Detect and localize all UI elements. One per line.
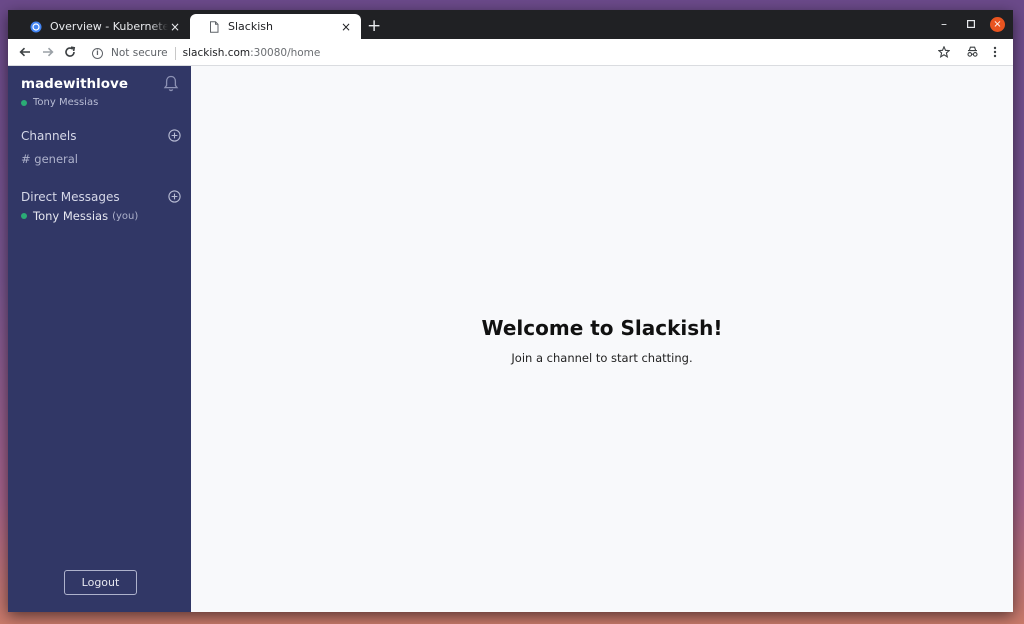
dm-you-suffix: (you) bbox=[112, 210, 139, 222]
info-icon[interactable]: i bbox=[92, 47, 103, 59]
bell-icon[interactable] bbox=[163, 75, 179, 93]
reload-icon[interactable] bbox=[61, 43, 79, 61]
channels-heading[interactable]: Channels bbox=[21, 129, 77, 143]
tab-close-icon[interactable]: × bbox=[168, 20, 182, 34]
url-path: :30080/home bbox=[250, 47, 321, 59]
tab-close-icon[interactable]: × bbox=[339, 20, 353, 34]
dm-item-tony-messias[interactable]: Tony Messias (you) bbox=[21, 209, 138, 223]
welcome-subtitle: Join a channel to start chatting. bbox=[511, 351, 693, 365]
add-channel-icon[interactable] bbox=[168, 129, 181, 142]
browser-toolbar: i Not secure slackish.com :30080/home bbox=[8, 39, 1013, 66]
tab-strip: Overview - Kubernetes Dashboard × Slacki… bbox=[8, 10, 1013, 39]
address-divider bbox=[174, 46, 176, 60]
new-tab-button[interactable]: + bbox=[367, 16, 381, 36]
tab-kubernetes-dashboard[interactable]: Overview - Kubernetes Dashboard × bbox=[12, 14, 190, 39]
page-content: madewithlove Tony Messias Channels # gen… bbox=[8, 66, 1013, 612]
direct-messages-heading[interactable]: Direct Messages bbox=[21, 190, 120, 204]
welcome-title: Welcome to Slackish! bbox=[481, 316, 723, 340]
sidebar: madewithlove Tony Messias Channels # gen… bbox=[8, 66, 191, 612]
incognito-icon[interactable] bbox=[963, 43, 981, 61]
page-favicon-icon bbox=[210, 20, 219, 33]
bookmark-star-icon[interactable] bbox=[935, 43, 953, 61]
browser-window: Overview - Kubernetes Dashboard × Slacki… bbox=[8, 10, 1013, 612]
online-status-dot bbox=[21, 99, 27, 106]
tab-title: Overview - Kubernetes Dashboard bbox=[50, 20, 168, 33]
online-status-dot bbox=[21, 213, 27, 219]
kubernetes-favicon-icon bbox=[30, 21, 42, 32]
welcome-panel: Welcome to Slackish! Join a channel to s… bbox=[191, 66, 1013, 612]
menu-kebab-icon[interactable] bbox=[986, 43, 1004, 61]
tab-slackish[interactable]: Slackish × bbox=[190, 14, 361, 39]
address-bar[interactable]: i Not secure slackish.com :30080/home bbox=[92, 45, 320, 61]
add-direct-message-icon[interactable] bbox=[168, 190, 181, 203]
security-label: Not secure bbox=[111, 47, 168, 59]
team-name: madewithlove bbox=[21, 76, 129, 92]
tab-title: Slackish bbox=[228, 20, 273, 33]
forward-arrow-icon[interactable] bbox=[39, 43, 57, 61]
close-window-icon[interactable]: × bbox=[990, 17, 1005, 32]
url-host: slackish.com bbox=[182, 47, 251, 59]
current-user-name: Tony Messias bbox=[33, 97, 99, 108]
channel-item-general[interactable]: # general bbox=[21, 152, 78, 166]
back-arrow-icon[interactable] bbox=[16, 43, 34, 61]
logout-button[interactable]: Logout bbox=[64, 570, 137, 595]
current-user-status: Tony Messias bbox=[21, 97, 98, 108]
minimize-window-icon[interactable]: – bbox=[941, 16, 947, 32]
dm-user-name: Tony Messias bbox=[33, 209, 109, 223]
maximize-window-icon[interactable] bbox=[967, 16, 976, 32]
